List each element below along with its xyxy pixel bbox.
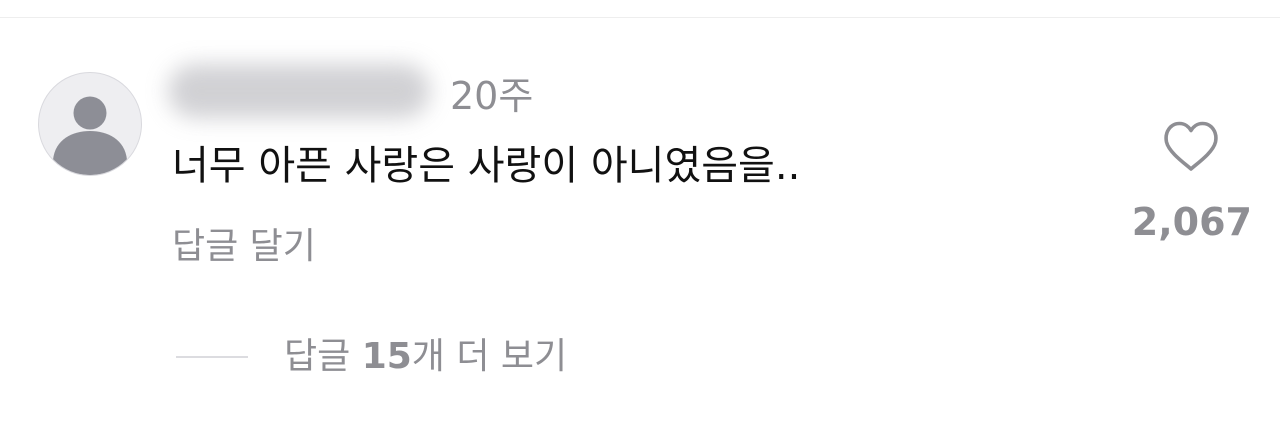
heart-outline-icon: [1164, 121, 1218, 171]
comment-text: 너무 아픈 사랑은 사랑이 아니였음을..: [172, 143, 801, 189]
top-divider: [0, 17, 1280, 18]
default-user-icon: [53, 96, 127, 175]
reply-button[interactable]: 답글 달기: [172, 224, 316, 270]
like-count: 2,067: [1131, 200, 1252, 244]
comment-timestamp: 20주: [450, 74, 534, 118]
like-button[interactable]: [1160, 118, 1222, 174]
avatar[interactable]: [38, 72, 142, 176]
view-more-replies-label: 답글 15개 더 보기: [284, 334, 567, 380]
view-more-replies-button[interactable]: 답글 15개 더 보기: [176, 332, 567, 382]
more-replies-prefix: 답글: [284, 336, 362, 377]
more-replies-suffix: 개 더 보기: [411, 336, 568, 377]
username-redacted[interactable]: [168, 64, 430, 118]
replies-divider-line: [176, 356, 248, 358]
more-replies-count: 15: [361, 336, 412, 377]
